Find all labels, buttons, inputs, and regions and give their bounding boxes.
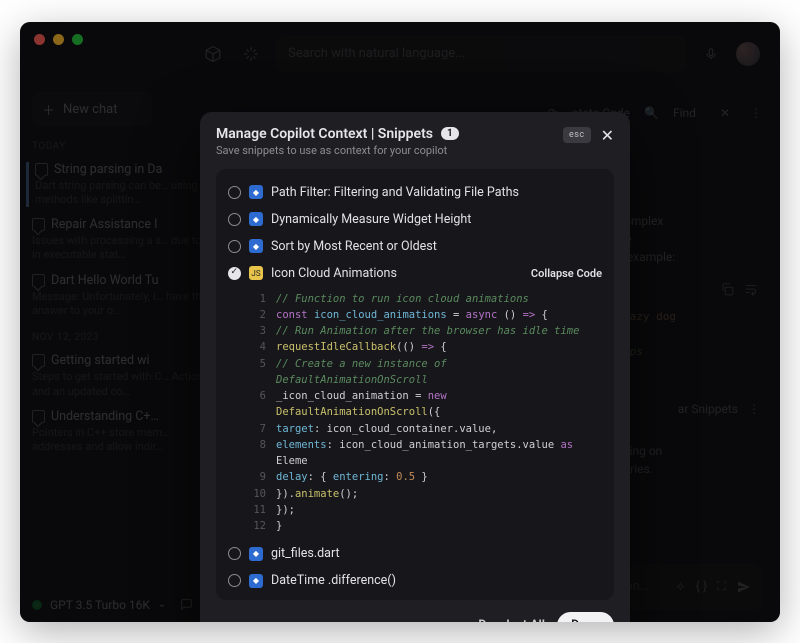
snippet-row[interactable]: ◆ git_files.dart <box>226 540 604 567</box>
app-window: Search with natural language... ＋ New ch… <box>20 22 780 622</box>
checkbox-checked-icon[interactable] <box>228 267 241 280</box>
deselect-all-button[interactable]: Deselect All <box>478 618 545 621</box>
collapse-code-button[interactable]: Collapse Code <box>531 267 602 280</box>
dart-icon: ◆ <box>249 212 263 226</box>
dart-icon: ◆ <box>249 547 263 561</box>
checkbox-icon[interactable] <box>228 213 241 226</box>
code-preview: 1// Function to run icon cloud animation… <box>248 291 602 535</box>
checkbox-icon[interactable] <box>228 547 241 560</box>
selected-count-badge: 1 <box>441 127 459 140</box>
close-icon[interactable]: ✕ <box>601 126 614 145</box>
dart-icon: ◆ <box>249 185 263 199</box>
checkbox-icon[interactable] <box>228 186 241 199</box>
snippet-row[interactable]: ◆ DateTime .difference() <box>226 567 604 594</box>
dart-icon: ◆ <box>249 574 263 588</box>
done-button[interactable]: Done <box>557 612 614 621</box>
snippets-list: ◆ Path Filter: Filtering and Validating … <box>216 169 614 601</box>
dart-icon: ◆ <box>249 239 263 253</box>
snippet-row[interactable]: ◆ Path Filter: Filtering and Validating … <box>226 179 604 206</box>
modal-subtitle: Save snippets to use as context for your… <box>216 144 459 157</box>
esc-hint: esc <box>563 127 591 143</box>
js-icon: JS <box>249 266 263 280</box>
modal-title: Manage Copilot Context | Snippets <box>216 126 433 142</box>
snippet-row[interactable]: ◆ Sort by Most Recent or Oldest <box>226 233 604 260</box>
snippets-modal: Manage Copilot Context | Snippets 1 Save… <box>200 112 630 622</box>
snippet-row[interactable]: ◆ Dynamically Measure Widget Height <box>226 206 604 233</box>
checkbox-icon[interactable] <box>228 240 241 253</box>
snippet-row-expanded[interactable]: JS Icon Cloud Animations Collapse Code <box>226 260 604 287</box>
checkbox-icon[interactable] <box>228 574 241 587</box>
